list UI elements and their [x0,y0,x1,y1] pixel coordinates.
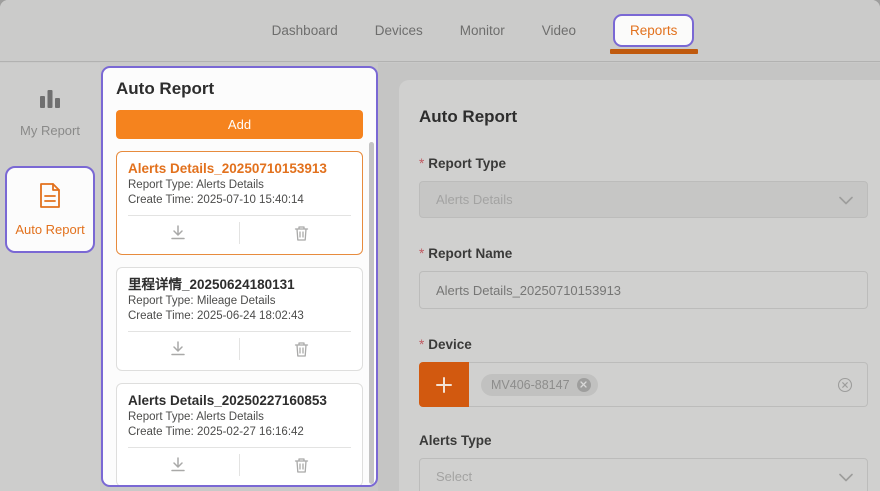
report-card[interactable]: Alerts Details_20250227160853 Report Typ… [116,383,363,487]
field-alerts-type: Alerts Type Select [419,432,868,491]
report-card-create-time: Create Time: 2025-06-24 18:02:43 [128,309,351,324]
delete-report-button[interactable] [240,448,362,481]
alerts-type-select[interactable]: Select [419,458,868,491]
report-card-title: 里程详情_20250624180131 [128,276,351,294]
top-navigation-bar: Dashboard Devices Monitor Video Reports [0,0,880,62]
report-sidebar: My Report Auto Report [0,63,100,491]
nav-tab-reports-label: Reports [630,23,677,38]
report-name-input[interactable]: Alerts Details_20250710153913 [419,271,868,309]
report-card-create-time: Create Time: 2025-07-10 15:40:14 [128,193,351,208]
list-scrollbar-thumb[interactable] [369,142,374,484]
report-type-select[interactable]: Alerts Details [419,181,868,218]
report-card[interactable]: 里程详情_20250624180131 Report Type: Mileage… [116,267,363,371]
sidebar-item-my-report[interactable]: My Report [0,89,100,138]
delete-report-button[interactable] [240,332,362,365]
device-select-field[interactable]: MV406-88147 [469,362,868,407]
nav-tabs: Dashboard Devices Monitor Video Reports [43,0,880,61]
alerts-type-label: Alerts Type [419,432,868,449]
report-card[interactable]: Alerts Details_20250710153913 Report Typ… [116,151,363,255]
chevron-down-icon [839,192,853,207]
panel-title: Auto Report [116,78,363,100]
field-report-type: *Report Type Alerts Details [419,155,868,218]
device-tag-label: MV406-88147 [491,378,570,392]
nav-tab-monitor[interactable]: Monitor [460,23,505,38]
form-title: Auto Report [419,106,868,128]
report-type-label: *Report Type [419,155,868,172]
nav-tab-devices[interactable]: Devices [375,23,423,38]
auto-report-form: Auto Report *Report Type Alerts Details … [399,80,880,491]
sidebar-item-my-report-label: My Report [20,123,80,138]
download-icon [170,225,186,240]
chevron-down-icon [839,469,853,484]
download-report-button[interactable] [117,448,239,481]
download-report-button[interactable] [117,332,239,365]
required-marker: * [419,246,424,261]
field-report-name: *Report Name Alerts Details_202507101539… [419,245,868,309]
report-card-title: Alerts Details_20250710153913 [128,160,351,178]
report-name-label: *Report Name [419,245,868,262]
alerts-type-placeholder: Select [436,469,472,484]
report-card-type: Report Type: Alerts Details [128,410,351,425]
active-tab-underline [610,49,698,54]
app-window: Dashboard Devices Monitor Video Reports … [0,0,880,491]
sidebar-item-auto-report-label: Auto Report [15,222,84,237]
nav-tab-reports[interactable]: Reports [613,14,694,47]
report-card-create-time: Create Time: 2025-02-27 16:16:42 [128,425,351,440]
nav-tab-dashboard[interactable]: Dashboard [272,23,338,38]
report-name-value: Alerts Details_20250710153913 [436,283,621,298]
device-label: *Device [419,336,868,353]
required-marker: * [419,337,424,352]
main-content: Auto Report *Report Type Alerts Details … [378,63,880,491]
delete-report-button[interactable] [240,216,362,249]
download-icon [170,341,186,356]
trash-icon [294,341,309,357]
report-card-type: Report Type: Mileage Details [128,294,351,309]
document-icon [38,182,62,214]
report-card-title: Alerts Details_20250227160853 [128,392,351,410]
trash-icon [294,225,309,241]
remove-device-tag-icon[interactable] [577,378,591,392]
trash-icon [294,457,309,473]
plus-icon [435,376,453,394]
download-icon [170,457,186,472]
device-tag: MV406-88147 [481,374,598,396]
add-report-button[interactable]: Add [116,110,363,139]
report-card-type: Report Type: Alerts Details [128,178,351,193]
auto-report-list-panel: Auto Report Add Alerts Details_202507101… [101,66,378,487]
add-device-button[interactable] [419,362,469,407]
download-report-button[interactable] [117,216,239,249]
report-type-value: Alerts Details [436,192,513,207]
sidebar-item-auto-report[interactable]: Auto Report [5,166,95,253]
required-marker: * [419,156,424,171]
bar-chart-icon [37,89,63,113]
nav-tab-video[interactable]: Video [542,23,576,38]
field-device: *Device MV406-88147 [419,336,868,407]
clear-device-icon[interactable] [837,377,853,393]
